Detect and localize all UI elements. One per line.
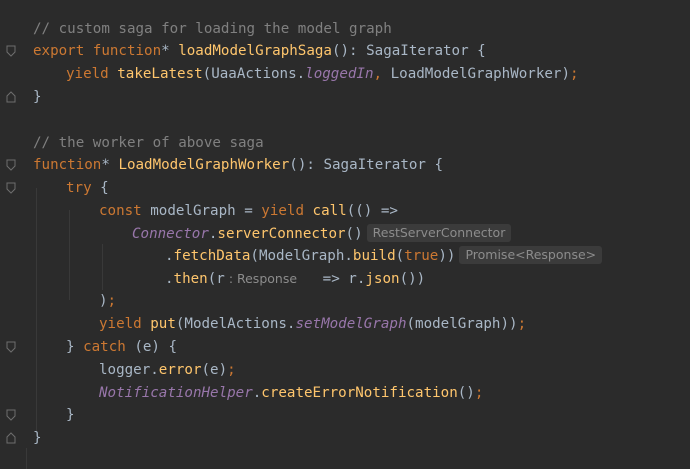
code-token: createErrorNotification (261, 385, 458, 401)
code-token: (modelGraph)) (406, 316, 518, 332)
code-token: . (165, 248, 174, 264)
code-token: fetchData (173, 248, 251, 264)
code-token: )) (438, 248, 456, 264)
fold-marker-icon[interactable] (6, 341, 16, 353)
code-token: takeLatest (117, 66, 203, 82)
code-token: } (33, 430, 42, 446)
code-line[interactable]: try { (66, 177, 109, 199)
code-line[interactable]: logger.error(e); (99, 359, 236, 381)
code-line[interactable]: export function* loadModelGraphSaga(): S… (33, 40, 486, 62)
code-token: . (165, 271, 174, 287)
code-token: * (101, 157, 119, 173)
code-token: ; (570, 66, 579, 82)
code-line[interactable]: } (33, 86, 42, 108)
code-token: } (66, 407, 75, 423)
code-token: (UaaActions. (202, 66, 306, 82)
code-line[interactable]: } catch (e) { (66, 336, 177, 358)
code-token: () (345, 226, 363, 242)
code-line[interactable]: } (33, 427, 42, 449)
indent-guide (36, 188, 37, 432)
type-hint: : Response (228, 271, 298, 286)
code-token: setModelGraph (295, 316, 407, 332)
code-token: } (33, 89, 42, 105)
code-line[interactable]: function* LoadModelGraphWorker(): SagaIt… (33, 154, 443, 176)
code-token: Connector (132, 226, 209, 242)
code-token: (ModelGraph. (250, 248, 353, 264)
code-token: ) (561, 66, 570, 82)
code-token: try (66, 180, 101, 196)
fold-marker-icon[interactable] (6, 409, 16, 421)
code-token: yield (99, 316, 151, 332)
indent-guide (69, 210, 70, 300)
code-token: loggedIn (305, 66, 374, 82)
code-token: () (457, 385, 475, 401)
code-token: const (99, 203, 151, 219)
type-hint: RestServerConnector (366, 224, 512, 242)
fold-marker-icon[interactable] (6, 91, 16, 103)
fold-marker-icon[interactable] (6, 159, 16, 171)
code-token: catch (83, 339, 135, 355)
code-token: logger. (99, 362, 159, 378)
code-token: ; (107, 293, 117, 309)
code-token: true (404, 248, 439, 264)
code-token: put (150, 316, 176, 332)
indent-guide (102, 244, 103, 290)
code-token: LoadModelGraphWorker (390, 66, 562, 82)
code-token: , (373, 66, 391, 82)
code-token: (): SagaIterator { (331, 43, 486, 59)
fold-marker-icon[interactable] (6, 45, 16, 57)
code-token: * (161, 43, 179, 59)
code-line[interactable]: const modelGraph = yield call(() => (99, 200, 398, 222)
code-token: (e) (201, 362, 228, 378)
code-token: (e) { (134, 339, 178, 355)
code-token: ; (227, 362, 236, 378)
type-hint: Promise<Response> (459, 246, 603, 264)
code-token: (ModelActions. (175, 316, 296, 332)
code-token: { (100, 180, 109, 196)
code-token: // the worker of above saga (33, 135, 264, 151)
code-token: (): SagaIterator { (289, 157, 444, 173)
code-token: modelGraph = (150, 203, 262, 219)
code-token: function (33, 157, 102, 173)
code-token: ; (517, 316, 527, 332)
code-token: yield (261, 203, 313, 219)
code-editor[interactable]: // custom saga for loading the model gra… (0, 0, 690, 469)
code-token: json (365, 271, 400, 287)
code-line[interactable]: } (66, 404, 75, 426)
code-token: loadModelGraphSaga (178, 43, 332, 59)
code-token: ()) (399, 271, 426, 287)
code-token: (() => (346, 203, 398, 219)
code-token: => r. (297, 271, 366, 287)
code-line[interactable]: ); (99, 290, 116, 312)
fold-marker-icon[interactable] (6, 432, 16, 444)
code-token: error (158, 362, 202, 378)
code-token: call (312, 203, 347, 219)
code-line[interactable]: NotificationHelper.createErrorNotificati… (99, 382, 483, 404)
indent-guide (26, 448, 27, 469)
code-token: then (173, 271, 208, 287)
code-token: yield (66, 66, 118, 82)
code-token: . (252, 385, 262, 401)
code-line[interactable]: yield takeLatest(UaaActions.loggedIn, Lo… (66, 63, 579, 85)
code-token: // custom saga for loading the model gra… (33, 21, 392, 37)
code-line[interactable]: yield put(ModelActions.setModelGraph(mod… (99, 313, 526, 335)
code-token: ) (99, 293, 108, 309)
code-line[interactable]: Connector.serverConnector() RestServerCon… (132, 223, 512, 245)
code-line[interactable]: .fetchData(ModelGraph.build(true)) Promis… (165, 245, 603, 267)
fold-marker-icon[interactable] (6, 182, 16, 194)
code-token: LoadModelGraphWorker (118, 157, 290, 173)
code-token: export function (33, 43, 162, 59)
code-line[interactable]: .then(r: Response => r.json()) (165, 268, 425, 290)
code-token: build (352, 248, 396, 264)
code-line[interactable]: // custom saga for loading the model gra… (33, 18, 392, 40)
code-line[interactable]: // the worker of above saga (33, 132, 264, 154)
code-token: ( (395, 248, 405, 264)
code-token: NotificationHelper (99, 385, 253, 401)
code-token: (r (207, 271, 225, 287)
code-token: ; (474, 385, 484, 401)
code-token: } (66, 339, 84, 355)
code-token: serverConnector (217, 226, 346, 242)
